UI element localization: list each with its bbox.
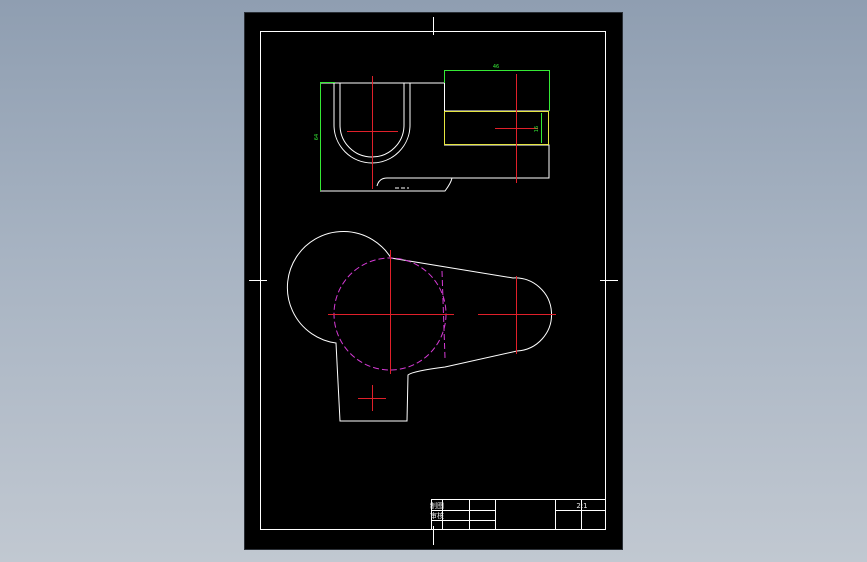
inner-border bbox=[260, 31, 606, 530]
front-view: 46 64 16 bbox=[314, 64, 550, 192]
tb-scale: 2:1 bbox=[576, 502, 587, 510]
cad-drawing: 46 64 16 制图 审核 2:1 bbox=[249, 17, 618, 545]
top-view bbox=[286, 231, 556, 422]
drawing-sheet: 46 64 16 制图 审核 2:1 bbox=[245, 13, 622, 549]
tb-drawn-label: 制图 bbox=[430, 501, 444, 510]
tb-checked-label: 审核 bbox=[430, 511, 444, 520]
title-block: 制图 审核 2:1 bbox=[430, 499, 606, 530]
dim-slot-height: 16 bbox=[534, 126, 540, 132]
front-view-outline bbox=[320, 82, 550, 192]
dim-top-width: 46 bbox=[493, 64, 499, 70]
top-view-outline bbox=[286, 231, 553, 422]
sheet-frame bbox=[249, 17, 618, 545]
dim-left-height: 64 bbox=[314, 134, 320, 140]
fillet-edge bbox=[376, 177, 452, 187]
